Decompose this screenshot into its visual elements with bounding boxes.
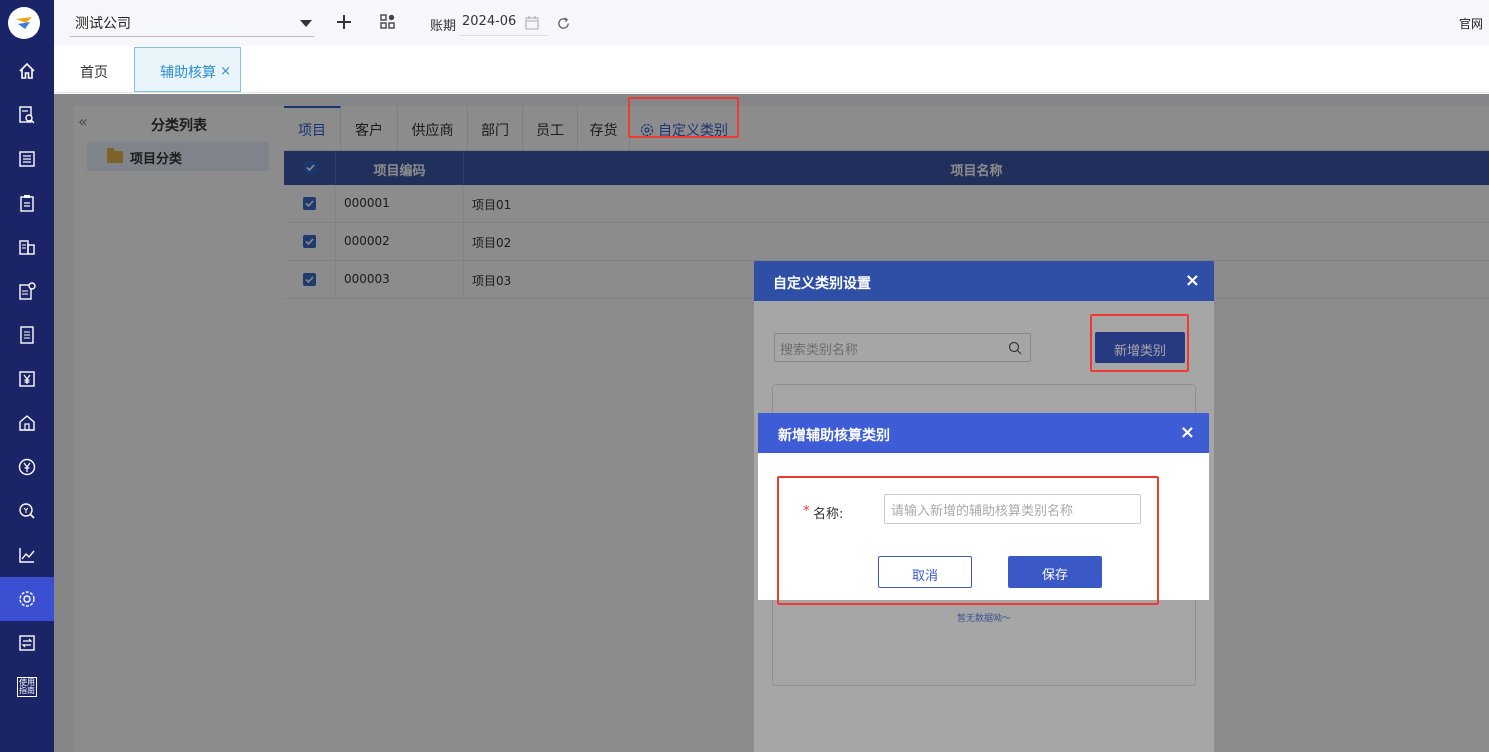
logo-icon [13, 12, 35, 34]
app-logo[interactable] [8, 7, 40, 39]
nav-list[interactable] [0, 137, 54, 181]
close-icon[interactable]: × [220, 64, 231, 79]
home-icon [19, 62, 35, 79]
nav-report[interactable] [0, 533, 54, 577]
period-label: 账期 [430, 19, 457, 34]
nav-clipboard[interactable] [0, 181, 54, 225]
nav-building[interactable] [0, 225, 54, 269]
period-value: 2024-06 [462, 14, 517, 29]
document-icon [20, 326, 34, 344]
nav-transfer[interactable] [0, 621, 54, 665]
highlight-add-form [777, 476, 1159, 605]
doc-settings-icon [19, 282, 36, 300]
dialog-header: 新增辅助核算类别 × [758, 413, 1209, 453]
ledger-search-icon [19, 106, 35, 124]
add-icon[interactable] [334, 12, 354, 32]
nav-finance[interactable] [0, 357, 54, 401]
close-icon[interactable]: × [1185, 270, 1200, 291]
highlight-custom-tab [628, 97, 739, 138]
tab-auxiliary-accounting[interactable]: 辅助核算 × [134, 47, 241, 92]
list-icon [19, 151, 35, 167]
nav-doc-settings[interactable] [0, 269, 54, 313]
nav-document[interactable] [0, 313, 54, 357]
nav-currency[interactable] [0, 445, 54, 489]
company-select[interactable]: 测试公司 [70, 10, 314, 37]
guide-label-2: 指南 [19, 686, 35, 695]
official-site-link[interactable]: 官网 [1459, 15, 1483, 32]
nav-settings[interactable] [0, 577, 54, 621]
gear-icon [19, 591, 35, 607]
period-picker[interactable]: 2024-06 [459, 8, 547, 36]
money-search-icon [19, 503, 35, 519]
apps-grid-icon[interactable] [379, 13, 397, 31]
clipboard-icon [20, 195, 34, 212]
dialog-header: 自定义类别设置 × [754, 261, 1214, 301]
close-icon[interactable]: × [1180, 422, 1195, 443]
top-bar: 测试公司 账期 2024-06 官网 [54, 0, 1489, 46]
warehouse-icon [19, 415, 35, 431]
nav-home[interactable] [0, 49, 54, 93]
dialog-title: 新增辅助核算类别 [778, 428, 890, 444]
yen-icon [19, 371, 35, 387]
calendar-icon [525, 16, 539, 30]
chart-icon [19, 548, 35, 563]
company-name: 测试公司 [75, 16, 131, 32]
nav-warehouse[interactable] [0, 401, 54, 445]
page-tabs: 首页 辅助核算 × [54, 46, 1489, 93]
nav-guide[interactable]: 使用 指南 [0, 665, 54, 709]
chevron-down-icon [300, 20, 312, 27]
building-icon [19, 240, 35, 255]
tab-auxiliary-label: 辅助核算 [160, 65, 216, 81]
nav-money-search[interactable] [0, 489, 54, 533]
tab-home[interactable]: 首页 [80, 62, 108, 82]
highlight-add-category [1090, 314, 1189, 372]
yen-circle-icon [18, 458, 36, 476]
refresh-icon[interactable] [556, 16, 571, 31]
nav-voucher-search[interactable] [0, 93, 54, 137]
transfer-icon [19, 635, 35, 651]
guide-icon: 使用 指南 [17, 677, 37, 697]
left-nav: 使用 指南 [0, 0, 54, 752]
dialog-title: 自定义类别设置 [773, 276, 871, 292]
